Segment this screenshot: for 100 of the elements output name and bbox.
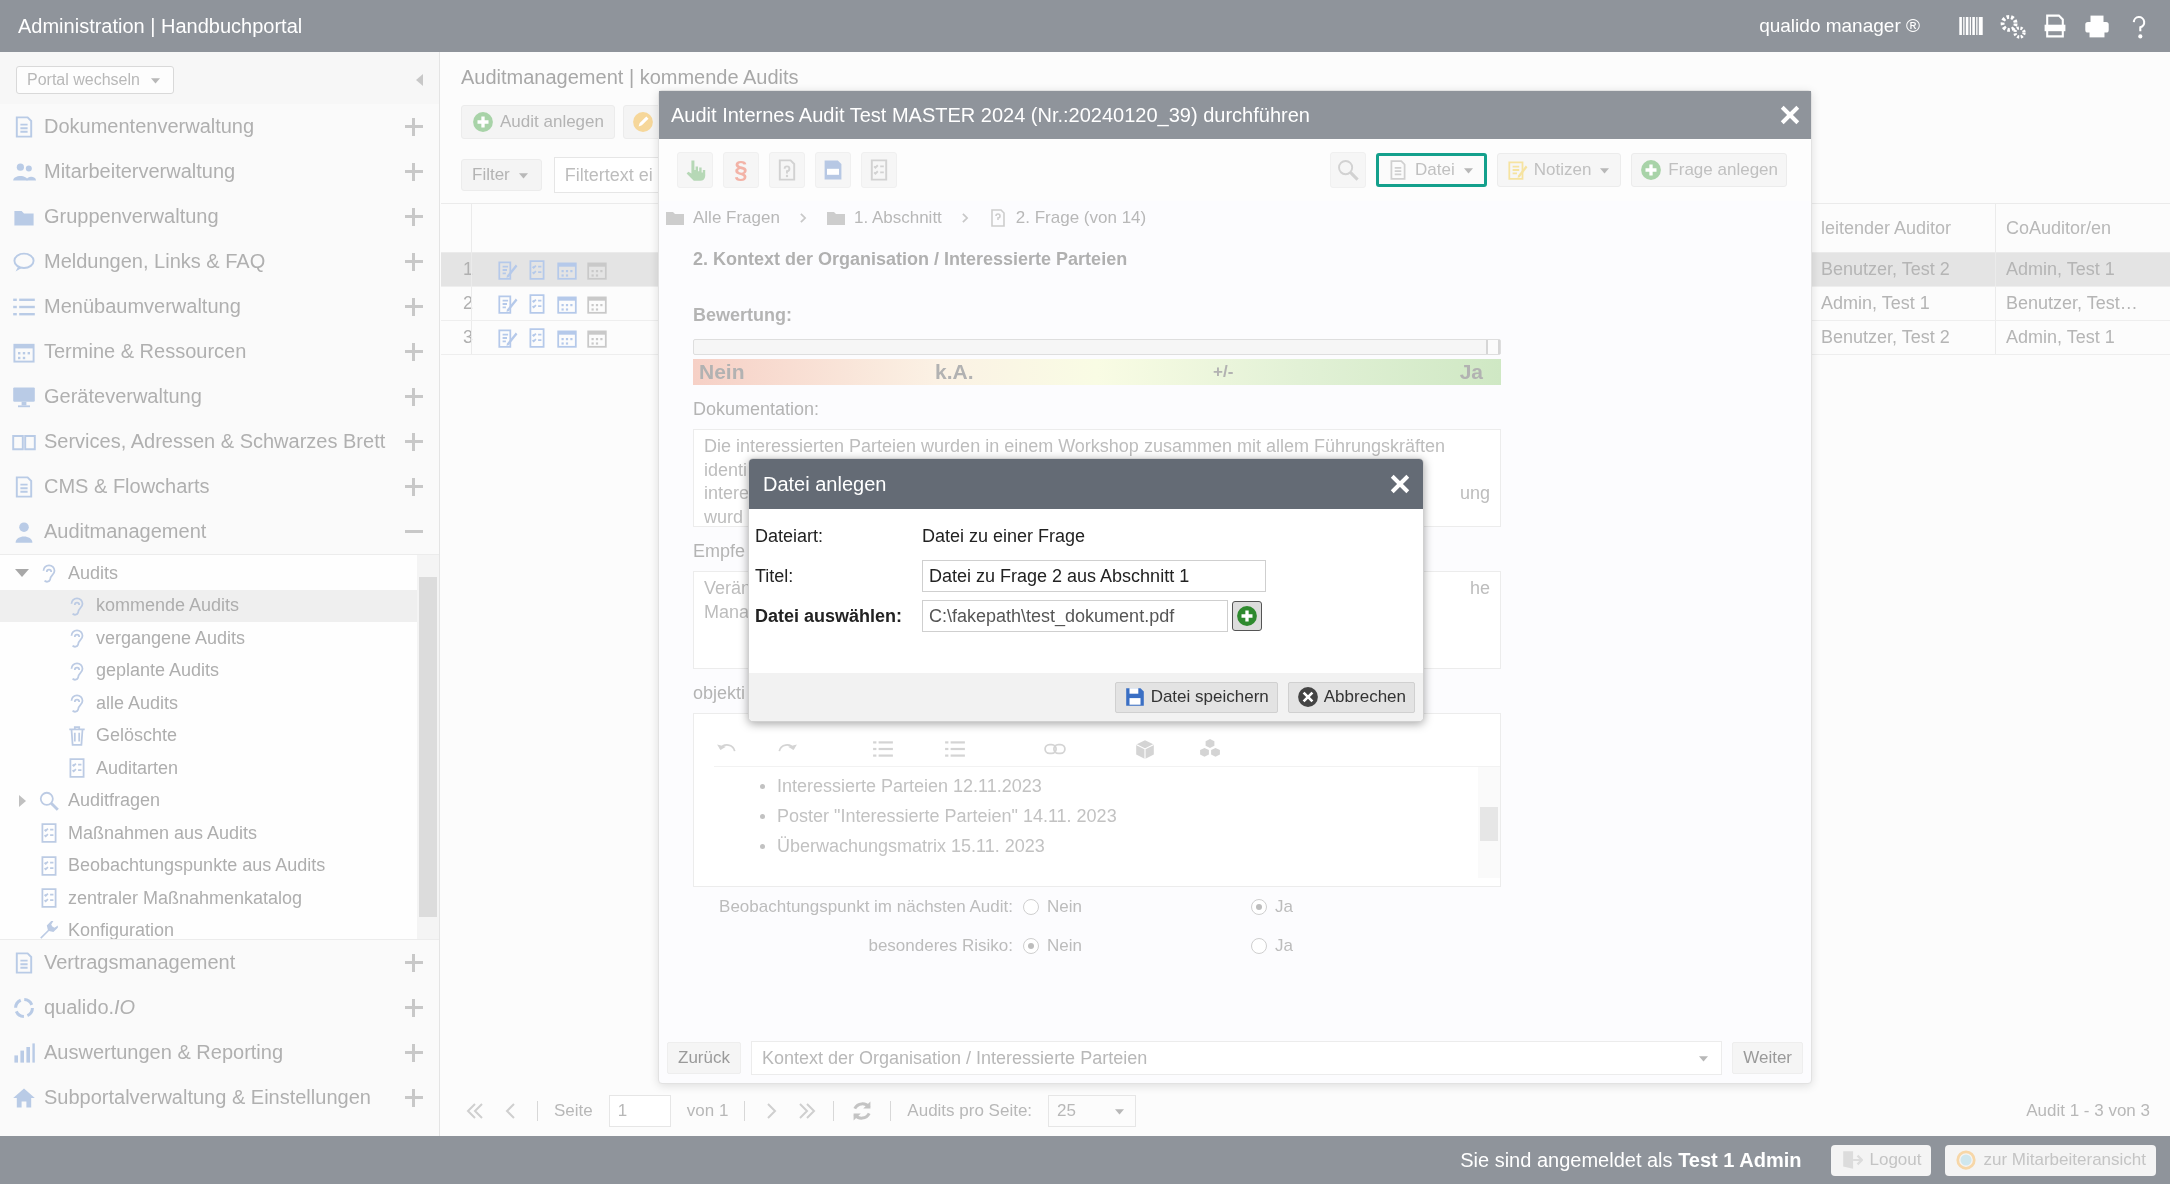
save-file-button[interactable]: Datei speichern — [1114, 681, 1278, 713]
gears-icon[interactable] — [2000, 13, 2026, 39]
sidebar-item[interactable]: Auswertungen & Reporting — [0, 1030, 439, 1075]
radio-button[interactable] — [1251, 898, 1267, 915]
radio-button[interactable] — [1023, 937, 1039, 954]
page-field[interactable]: 1 — [608, 1095, 671, 1127]
radio-label: Ja — [1275, 896, 1293, 917]
page-count: von 1 — [686, 1101, 729, 1121]
tree-item[interactable]: Gelöschte — [0, 719, 417, 752]
sidebar-item[interactable]: qualido.IO — [0, 985, 439, 1030]
sidebar-item[interactable]: Dokumentenverwaltung — [0, 104, 439, 149]
sidebar-item[interactable]: Vertragsmanagement — [0, 940, 439, 985]
sidebar-item[interactable]: Gruppenverwaltung — [0, 194, 439, 239]
radio-label: Nein — [1047, 896, 1082, 917]
text-line: Die interessierten Parteien wurden in einem Workshop zusammen mit allem Führungskräften — [704, 435, 1445, 458]
tree-item[interactable]: Maßnahmen aus Audits — [0, 817, 417, 850]
radio-button[interactable] — [1023, 898, 1039, 915]
expand-icon[interactable] — [405, 207, 423, 226]
expand-icon[interactable] — [405, 117, 423, 136]
caret-icon[interactable] — [15, 569, 29, 578]
tree-item[interactable]: zentraler Maßnahmenkatalog — [0, 882, 417, 915]
sidebar-item[interactable]: CMS & Flowcharts — [0, 464, 439, 509]
recommendation-label: Empfe — [693, 540, 746, 563]
list-icon[interactable] — [944, 738, 966, 760]
spreadsheet-icon[interactable] — [2042, 13, 2068, 39]
expand-icon[interactable] — [405, 998, 423, 1017]
sidebar-item[interactable]: Auditmanagement — [0, 509, 439, 554]
create-audit-button[interactable]: Audit anlegen — [461, 105, 615, 139]
sidebar-item[interactable]: Services, Adressen & Schwarzes Brett — [0, 419, 439, 464]
filter-button[interactable]: Filter — [461, 159, 542, 191]
file-path-field[interactable]: C:\fakepath\test_dokument.pdf — [922, 600, 1228, 632]
expand-icon[interactable] — [405, 1088, 423, 1107]
next-button[interactable]: Weiter — [1732, 1042, 1803, 1074]
radio-group-label: besonderes Risiko: — [867, 935, 1014, 956]
sidebar-item[interactable]: Meldungen, Links & FAQ — [0, 239, 439, 284]
file-menu-button[interactable]: Datei — [1376, 153, 1487, 187]
print-icon[interactable] — [2084, 13, 2110, 39]
expand-icon[interactable] — [405, 342, 423, 361]
scrollbar[interactable] — [1478, 767, 1500, 878]
expand-icon[interactable] — [405, 1043, 423, 1062]
first-page-icon[interactable] — [465, 1101, 485, 1121]
expand-icon[interactable] — [405, 387, 423, 406]
tree-item[interactable]: Auditarten — [0, 752, 417, 785]
document-button[interactable] — [815, 152, 851, 188]
sidebar-item[interactable]: Menübaumverwaltung — [0, 284, 439, 329]
scale-label: +/- — [1213, 362, 1234, 382]
list-item: Überwachungsmatrix 15.11. 2023 — [777, 835, 1045, 857]
tree-item[interactable]: alle Audits — [0, 687, 417, 720]
tree-item[interactable]: geplante Audits — [0, 654, 417, 687]
search-icon — [38, 789, 60, 812]
scrollbar[interactable] — [417, 555, 439, 939]
sidebar-item[interactable]: Mitarbeiterverwaltung — [0, 149, 439, 194]
radio-button[interactable] — [1251, 937, 1267, 954]
expand-icon[interactable] — [405, 477, 423, 496]
caret-icon[interactable] — [18, 794, 26, 807]
edit-icon[interactable] — [496, 326, 518, 349]
search-button[interactable] — [1330, 152, 1367, 188]
expand-icon[interactable] — [405, 297, 423, 316]
expand-icon[interactable] — [405, 162, 423, 181]
rich-text-editor[interactable]: Interessierte Parteien 12.11.2023 Poster "Interessierte Parteien" 14.11. 2023 Überwachungsmatrix 15.11. 2023 — [693, 713, 1501, 887]
sidebar-item[interactable]: Termine & Ressourcen — [0, 329, 439, 374]
tree-label: zentraler Maßnahmenkatalog — [68, 887, 303, 909]
column-header[interactable]: CoAuditor/en — [1995, 204, 2170, 252]
last-page-icon[interactable] — [797, 1101, 818, 1121]
per-page-select[interactable]: 25 — [1048, 1095, 1137, 1127]
tree-item[interactable]: Beobachtungspunkte aus Audits — [0, 849, 417, 882]
add-file-button[interactable] — [1232, 601, 1262, 631]
breadcrumb-link[interactable]: 1. Abschnitt — [853, 208, 942, 228]
collapse-icon[interactable] — [416, 74, 423, 86]
cubes-icon[interactable] — [1199, 738, 1221, 760]
expand-icon[interactable] — [405, 953, 423, 972]
sidebar-item[interactable]: Subportalverwaltung & Einstellungen — [0, 1075, 439, 1120]
edit-icon[interactable] — [496, 258, 518, 281]
title-field[interactable]: Datei zu Frage 2 aus Abschnitt 1 — [922, 560, 1266, 592]
paragraph-button[interactable]: § — [723, 152, 759, 188]
list-icon[interactable] — [872, 738, 894, 760]
breadcrumb-link[interactable]: Alle Fragen — [693, 208, 780, 228]
cube-icon[interactable] — [1134, 738, 1156, 760]
checklist-button[interactable] — [861, 152, 897, 188]
tree-item[interactable]: kommende Audits — [0, 589, 417, 622]
cancel-button[interactable]: Abbrechen — [1287, 681, 1415, 713]
hand-button[interactable] — [677, 152, 713, 188]
section-select[interactable]: Kontext der Organisation / Interessierte Parteien — [750, 1041, 1723, 1075]
document-button[interactable] — [769, 152, 805, 188]
portal-select[interactable]: Portal wechseln — [16, 66, 174, 94]
back-button[interactable]: Zurück — [667, 1042, 741, 1074]
expand-icon[interactable] — [405, 252, 423, 271]
slider-handle[interactable] — [1486, 340, 1500, 354]
question-heading: 2. Kontext der Organisation / Interessierte Parteien — [693, 248, 1129, 271]
tree-item[interactable]: Audits — [0, 557, 417, 590]
close-icon[interactable] — [1781, 106, 1799, 124]
tree-item[interactable]: Auditfragen — [0, 784, 417, 817]
login-status: Sie sind angemeldet als Test 1 Admin — [1460, 1148, 1802, 1172]
breadcrumb-link[interactable]: 2. Frage (von 14) — [1015, 208, 1147, 228]
edit-icon[interactable] — [496, 292, 518, 315]
list-item: Poster "Interessierte Parteien" 14.11. 2023 — [777, 805, 1117, 827]
close-icon[interactable] — [1391, 475, 1409, 493]
tree-item[interactable]: vergangene Audits — [0, 622, 417, 655]
sidebar-item[interactable]: Geräteverwaltung — [0, 374, 439, 419]
expand-icon[interactable] — [405, 432, 423, 451]
